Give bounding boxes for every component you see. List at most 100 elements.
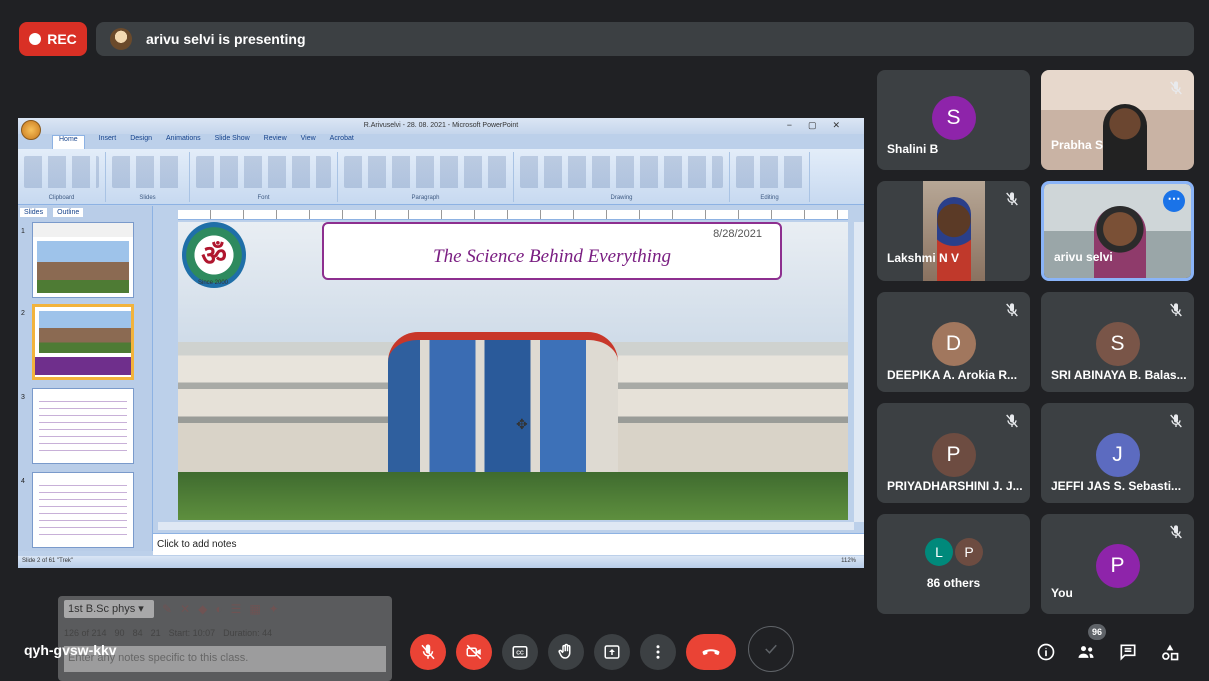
ppt-tab-animations[interactable]: Animations xyxy=(166,135,201,149)
participant-name: PRIYADHARSHINI J. J... xyxy=(887,479,1023,493)
participant-tile[interactable]: S Shalini B xyxy=(877,70,1030,170)
camera-toggle-button[interactable] xyxy=(456,634,492,670)
ppt-status-bar: Slide 2 of 61 "Trek" 112% xyxy=(18,556,864,568)
participant-name: You xyxy=(1051,586,1073,600)
participant-tile[interactable]: S SRI ABINAYA B. Balas... xyxy=(1041,292,1194,392)
chat-icon xyxy=(1120,644,1136,661)
ribbon-group-paragraph: Paragraph xyxy=(338,152,514,202)
check-button[interactable] xyxy=(748,626,794,672)
more-options-button[interactable]: ⋯ xyxy=(1163,190,1185,212)
captions-icon: CC xyxy=(512,646,528,658)
more-vert-icon xyxy=(656,645,660,659)
shared-screen-powerpoint: R.Arivuselvi - 28. 08. 2021 - Microsoft … xyxy=(18,118,864,568)
participant-name: Lakshmi N V xyxy=(887,251,960,265)
others-count-label: 86 others xyxy=(926,576,981,590)
ribbon-group-clipboard: Clipboard xyxy=(18,152,106,202)
slide-thumbnail-3[interactable] xyxy=(32,388,134,464)
ppt-tab-view[interactable]: View xyxy=(301,135,316,149)
raise-hand-button[interactable] xyxy=(548,634,584,670)
presenter-avatar xyxy=(110,28,132,50)
avatar: J xyxy=(1095,433,1140,477)
mic-off-icon xyxy=(421,644,435,660)
office-button-icon[interactable] xyxy=(21,120,41,140)
slide-title-banner: 8/28/2021 The Science Behind Everything xyxy=(322,222,782,280)
participant-name: SRI ABINAYA B. Balas... xyxy=(1051,368,1187,382)
ribbon-group-drawing: Drawing xyxy=(514,152,730,202)
participant-tile[interactable]: J JEFFI JAS S. Sebasti... xyxy=(1041,403,1194,503)
window-controls[interactable]: −▢✕ xyxy=(787,120,856,131)
slide-thumbnail-2[interactable] xyxy=(32,304,134,380)
ribbon-group-font: Font xyxy=(190,152,338,202)
slide-number: 4 xyxy=(21,478,25,485)
avatar: S xyxy=(1095,322,1140,366)
ppt-tab-slideshow[interactable]: Slide Show xyxy=(215,135,250,149)
slide-number: 3 xyxy=(21,394,25,401)
rec-label: REC xyxy=(47,31,77,47)
meeting-code: qyh-gvsw-kkv xyxy=(24,642,117,658)
more-options-button[interactable] xyxy=(640,634,676,670)
recording-indicator: REC xyxy=(19,22,87,56)
participant-tile[interactable]: Prabha S xyxy=(1041,70,1194,170)
chat-button[interactable] xyxy=(1116,640,1140,664)
participant-count-badge: 96 xyxy=(1088,624,1106,640)
ppt-tab-home[interactable]: Home xyxy=(52,135,85,149)
notes-pane[interactable]: Click to add notes xyxy=(153,533,864,555)
people-button[interactable] xyxy=(1074,640,1098,664)
slides-pane: Slides Outline 1 2 3 4 xyxy=(18,206,153,551)
slide-number: 1 xyxy=(21,228,25,235)
check-icon xyxy=(765,644,777,654)
participant-tile-active-speaker[interactable]: ⋯ arivu selvi xyxy=(1041,181,1194,281)
slide-thumbnail-1[interactable] xyxy=(32,222,134,298)
slide-thumbnail-4[interactable] xyxy=(32,472,134,548)
current-slide[interactable]: ॐ Since 2000 8/28/2021 The Science Behin… xyxy=(178,222,848,520)
hang-up-icon xyxy=(702,649,720,655)
stat-a: 90 xyxy=(114,628,125,638)
hand-icon xyxy=(558,643,571,659)
overlay-toolbar-icons[interactable]: ✎✕◆◐☰▦✦ xyxy=(162,602,287,616)
slide-title: The Science Behind Everything xyxy=(433,246,671,267)
mic-off-icon xyxy=(1170,303,1182,317)
slide-vertical-scrollbar[interactable] xyxy=(854,222,864,522)
tab-outline[interactable]: Outline xyxy=(53,208,84,217)
ppt-title-bar: R.Arivuselvi - 28. 08. 2021 - Microsoft … xyxy=(18,118,864,134)
ppt-tab-review[interactable]: Review xyxy=(264,135,287,149)
ribbon-group-editing: Editing xyxy=(730,152,810,202)
mic-off-icon xyxy=(1170,81,1182,95)
participant-tile[interactable]: D DEEPIKA A. Arokia R... xyxy=(877,292,1030,392)
status-zoom[interactable]: 112% xyxy=(841,558,856,564)
avatar: P xyxy=(955,538,983,566)
ppt-tab-acrobat[interactable]: Acrobat xyxy=(330,135,354,149)
captions-button[interactable]: CC xyxy=(502,634,538,670)
class-select[interactable]: 1st B.Sc phys ▾ xyxy=(64,600,154,618)
ppt-tab-design[interactable]: Design xyxy=(130,135,152,149)
others-tile[interactable]: L P 86 others xyxy=(877,514,1030,614)
activities-button[interactable] xyxy=(1158,640,1182,664)
self-tile[interactable]: P You xyxy=(1041,514,1194,614)
info-icon xyxy=(1037,643,1055,661)
presenting-banner: arivu selvi is presenting xyxy=(96,22,1194,56)
participant-tile[interactable]: Lakshmi N V xyxy=(877,181,1030,281)
tab-slides[interactable]: Slides xyxy=(20,208,48,217)
participant-tile[interactable]: P PRIYADHARSHINI J. J... xyxy=(877,403,1030,503)
participant-name: Shalini B xyxy=(887,142,939,156)
present-screen-button[interactable] xyxy=(594,634,630,670)
mic-off-icon xyxy=(1006,192,1018,206)
mic-toggle-button[interactable] xyxy=(410,634,446,670)
slide-photo-tower xyxy=(388,332,618,482)
logo-caption: Since 2000 xyxy=(198,280,229,286)
camera-off-icon xyxy=(466,644,482,660)
leave-call-button[interactable] xyxy=(686,634,736,670)
college-logo: ॐ xyxy=(182,222,246,288)
svg-text:CC: CC xyxy=(516,650,524,656)
overlay-stats: 126 of 214 90 84 21 Start: 10:07 Duratio… xyxy=(64,624,386,642)
avatar: D xyxy=(931,322,976,366)
ribbon-group-slides: Slides xyxy=(106,152,190,202)
presenting-text: arivu selvi is presenting xyxy=(146,31,306,47)
om-symbol: ॐ xyxy=(201,240,227,271)
slide-horizontal-scrollbar[interactable] xyxy=(158,522,854,530)
top-bar: REC arivu selvi is presenting xyxy=(14,20,1194,58)
meeting-info-button[interactable] xyxy=(1034,640,1058,664)
stat-b: 84 xyxy=(132,628,143,638)
ppt-tab-insert[interactable]: Insert xyxy=(99,135,117,149)
record-dot-icon xyxy=(29,33,42,45)
